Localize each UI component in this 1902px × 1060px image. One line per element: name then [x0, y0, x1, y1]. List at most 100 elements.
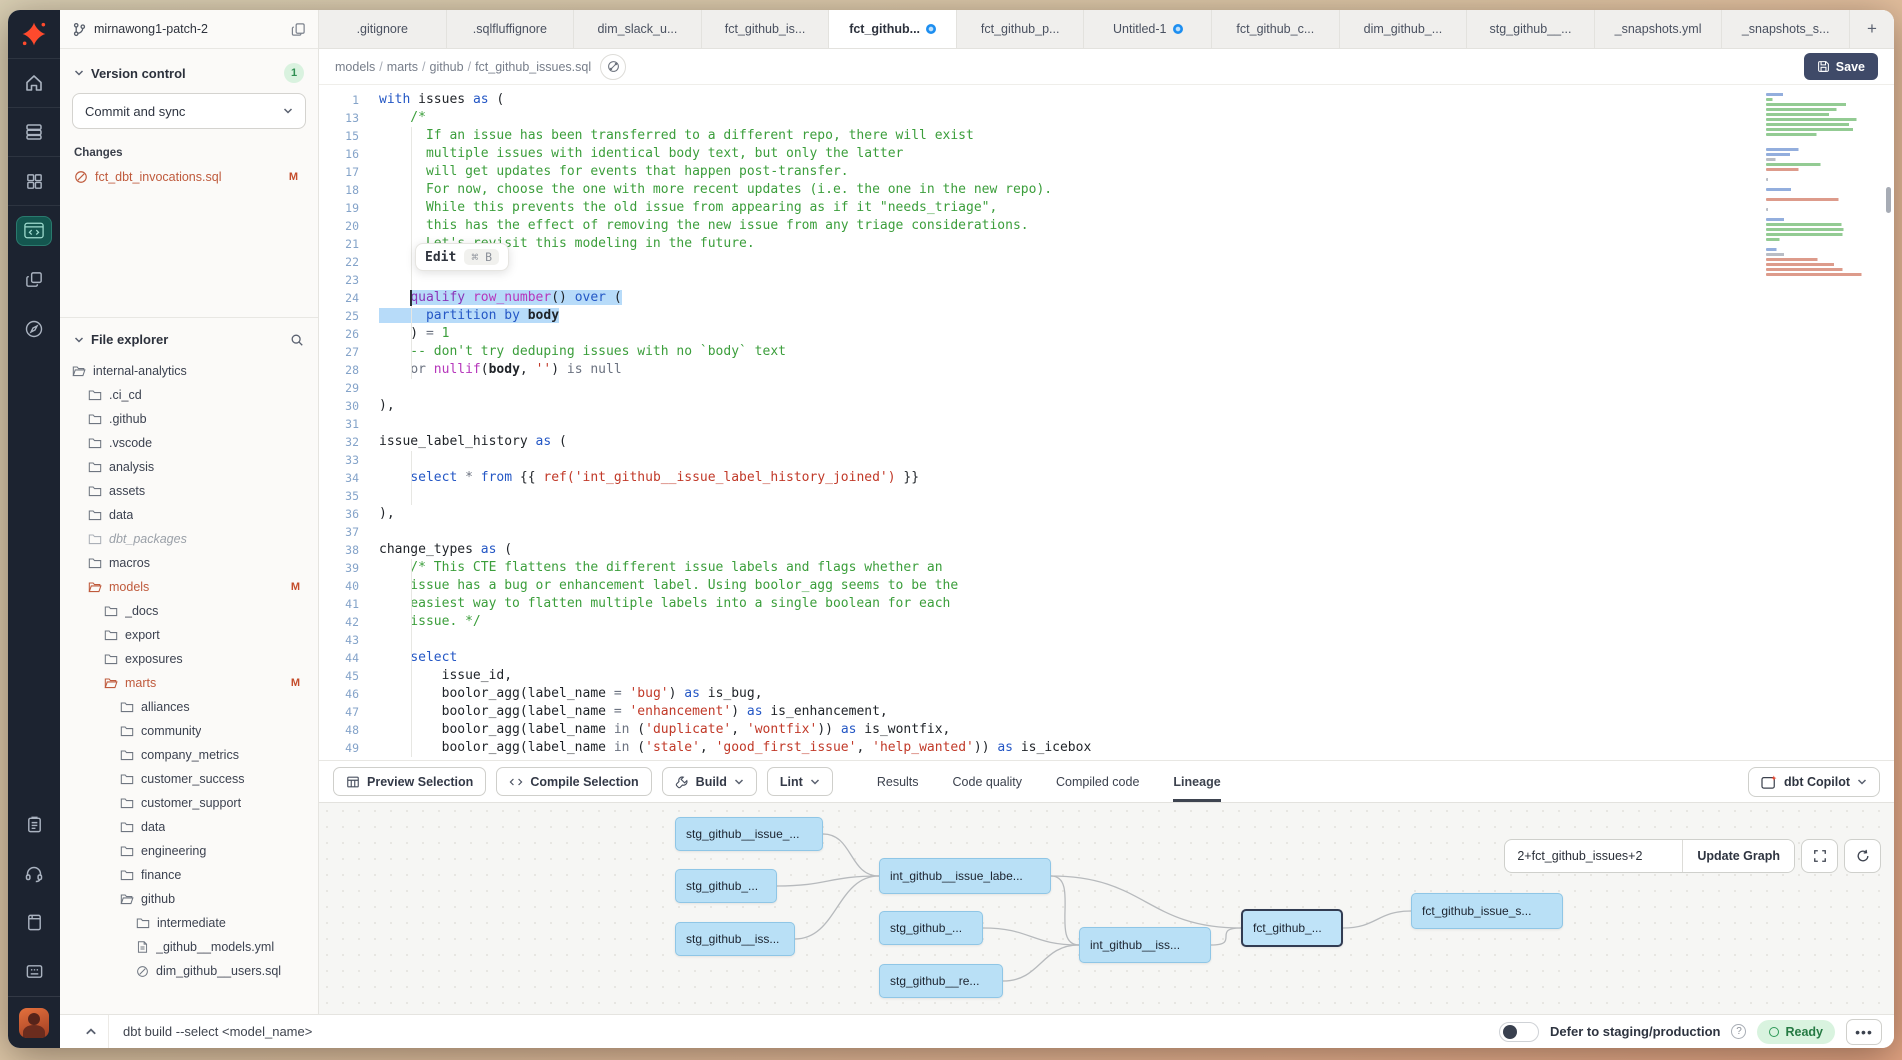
file-tree-item[interactable]: data: [60, 503, 318, 527]
search-icon[interactable]: [290, 333, 304, 347]
file-tree-item[interactable]: _docs: [60, 599, 318, 623]
breadcrumb-segment[interactable]: fct_github_issues.sql: [475, 60, 591, 74]
code-line[interactable]: 26 ) = 1: [319, 325, 1894, 343]
file-tree-item[interactable]: engineering: [60, 839, 318, 863]
code-line[interactable]: 22: [319, 253, 1894, 271]
file-tree-item[interactable]: company_metrics: [60, 743, 318, 767]
file-tree-item[interactable]: macros: [60, 551, 318, 575]
lineage-node[interactable]: stg_github__issue_...: [675, 817, 823, 851]
editor-tab[interactable]: _snapshots_s...: [1722, 10, 1850, 48]
editor-tab[interactable]: Untitled-1: [1084, 10, 1212, 48]
version-control-header[interactable]: Version control 1: [60, 49, 318, 93]
code-line[interactable]: 27 -- don't try deduping issues with no …: [319, 343, 1894, 361]
code-line[interactable]: 21 Let's revisit this modeling in the fu…: [319, 235, 1894, 253]
apps-nav-button[interactable]: [8, 157, 60, 206]
code-line[interactable]: 43: [319, 631, 1894, 649]
code-line[interactable]: 41 easiest way to flatten multiple label…: [319, 595, 1894, 613]
code-line[interactable]: 23: [319, 271, 1894, 289]
code-line[interactable]: 33: [319, 451, 1894, 469]
commit-and-sync-button[interactable]: Commit and sync: [72, 93, 306, 129]
file-tree-item[interactable]: dim_github__users.sql: [60, 959, 318, 983]
code-line[interactable]: 45 issue_id,: [319, 667, 1894, 685]
file-tree-item[interactable]: _github__models.yml: [60, 935, 318, 959]
code-line[interactable]: 25 partition by body: [319, 307, 1894, 325]
file-tree-item[interactable]: customer_success: [60, 767, 318, 791]
file-tree-item[interactable]: modelsM: [60, 575, 318, 599]
editor-tab[interactable]: .sqlfluffignore: [447, 10, 575, 48]
editor-tab[interactable]: .gitignore: [319, 10, 447, 48]
tasks-nav-button[interactable]: [8, 800, 60, 849]
panel-tab-lineage[interactable]: Lineage: [1173, 761, 1220, 802]
code-line[interactable]: 49 boolor_agg(label_name in ('stale', 'g…: [319, 739, 1894, 757]
explore-nav-button[interactable]: [8, 304, 60, 353]
code-line[interactable]: 24 qualify row_number() over (: [319, 289, 1894, 307]
copy-branch-button[interactable]: [291, 22, 306, 37]
home-nav-button[interactable]: [8, 59, 60, 108]
support-nav-button[interactable]: [8, 849, 60, 898]
code-line[interactable]: 13 /*: [319, 109, 1894, 127]
editor-tab[interactable]: fct_github...: [829, 10, 957, 48]
more-options-button[interactable]: •••: [1846, 1019, 1882, 1045]
lineage-node[interactable]: stg_github__re...: [879, 964, 1003, 998]
user-menu[interactable]: [8, 996, 60, 1048]
lineage-node[interactable]: fct_github_issue_s...: [1411, 893, 1563, 929]
lineage-selector-input[interactable]: 2+fct_github_issues+2: [1505, 840, 1683, 872]
code-line[interactable]: 17 will get updates for events that happ…: [319, 163, 1894, 181]
dbt-command-input[interactable]: dbt build --select <model_name>: [123, 1024, 312, 1039]
code-line[interactable]: 44 select: [319, 649, 1894, 667]
help-icon[interactable]: ?: [1731, 1024, 1746, 1039]
code-line[interactable]: 16 multiple issues with identical body t…: [319, 145, 1894, 163]
code-line[interactable]: 46 boolor_agg(label_name = 'bug') as is_…: [319, 685, 1894, 703]
file-tree-item[interactable]: .ci_cd: [60, 383, 318, 407]
editor-tab[interactable]: fct_github_p...: [957, 10, 1085, 48]
code-line[interactable]: 37: [319, 523, 1894, 541]
panel-tab-code-quality[interactable]: Code quality: [953, 761, 1023, 802]
file-tree-item[interactable]: finance: [60, 863, 318, 887]
preview-selection-button[interactable]: Preview Selection: [333, 767, 486, 796]
code-line[interactable]: 32issue_label_history as (: [319, 433, 1894, 451]
editor-tab[interactable]: fct_github_c...: [1212, 10, 1340, 48]
panel-tab-compiled-code[interactable]: Compiled code: [1056, 761, 1139, 802]
code-line[interactable]: 20 this has the effect of removing the n…: [319, 217, 1894, 235]
code-line[interactable]: 42 issue. */: [319, 613, 1894, 631]
lineage-node[interactable]: stg_github_...: [675, 869, 777, 903]
file-tree-item[interactable]: export: [60, 623, 318, 647]
editor-tab[interactable]: fct_github_is...: [702, 10, 830, 48]
file-explorer-header[interactable]: File explorer: [60, 318, 318, 357]
code-line[interactable]: 30),: [319, 397, 1894, 415]
user-avatar[interactable]: [19, 1008, 49, 1038]
code-line[interactable]: 19 While this prevents the old issue fro…: [319, 199, 1894, 217]
lineage-fullscreen-button[interactable]: [1801, 839, 1838, 873]
deploy-nav-button[interactable]: [8, 108, 60, 157]
lint-button[interactable]: Lint: [767, 767, 833, 796]
breadcrumb-segment[interactable]: marts: [387, 60, 418, 74]
file-tree-item[interactable]: martsM: [60, 671, 318, 695]
editor-tab[interactable]: _snapshots.yml: [1595, 10, 1723, 48]
lineage-node[interactable]: stg_github_...: [879, 911, 983, 945]
code-line[interactable]: 39 /* This CTE flattens the different is…: [319, 559, 1894, 577]
breadcrumb-segment[interactable]: github: [430, 60, 464, 74]
file-tree-item[interactable]: .vscode: [60, 431, 318, 455]
changed-file-row[interactable]: fct_dbt_invocations.sql M: [60, 167, 318, 187]
shortcuts-nav-button[interactable]: [8, 947, 60, 996]
update-graph-button[interactable]: Update Graph: [1683, 840, 1794, 872]
code-line[interactable]: 28 or nullif(body, '') is null: [319, 361, 1894, 379]
code-line[interactable]: 34 select * from {{ ref('int_github__iss…: [319, 469, 1894, 487]
code-line[interactable]: 31: [319, 415, 1894, 433]
defer-toggle[interactable]: [1499, 1022, 1539, 1042]
code-editor[interactable]: 1with issues as (13 /*15 If an issue has…: [319, 85, 1894, 760]
code-line[interactable]: 38change_types as (: [319, 541, 1894, 559]
file-tree-item[interactable]: .github: [60, 407, 318, 431]
file-tree-item[interactable]: analysis: [60, 455, 318, 479]
file-tree-item[interactable]: internal-analytics: [60, 359, 318, 383]
code-line[interactable]: 48 boolor_agg(label_name in ('duplicate'…: [319, 721, 1894, 739]
editor-tab[interactable]: dim_github_...: [1340, 10, 1468, 48]
lineage-node[interactable]: stg_github__iss...: [675, 922, 795, 956]
expand-command-bar-button[interactable]: [76, 1026, 106, 1038]
lineage-node[interactable]: int_github__issue_labe...: [879, 858, 1051, 894]
minimap[interactable]: [1766, 93, 1878, 278]
file-tree-item[interactable]: dbt_packages: [60, 527, 318, 551]
editor-tab[interactable]: stg_github__...: [1467, 10, 1595, 48]
editor-scrollbar-thumb[interactable]: [1886, 187, 1891, 213]
new-tab-button[interactable]: +: [1850, 10, 1894, 48]
